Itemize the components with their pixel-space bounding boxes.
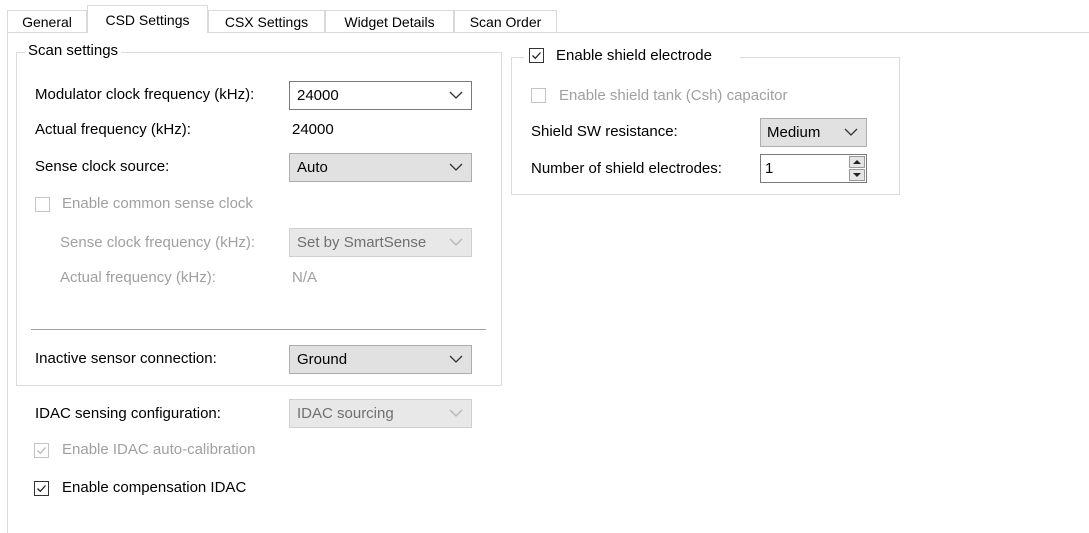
idac-config-label: IDAC sensing configuration:	[35, 405, 221, 422]
stepper-up-button[interactable]	[849, 156, 865, 168]
modulator-clock-value: 24000	[297, 87, 339, 104]
actual-frequency-value: 24000	[292, 121, 334, 138]
shield-electrodes-label: Number of shield electrodes:	[531, 160, 722, 177]
stepper-down-button[interactable]	[849, 169, 865, 181]
compensation-idac-label: Enable compensation IDAC	[62, 479, 247, 496]
sense-clock-source-label: Sense clock source:	[35, 158, 170, 175]
modulator-clock-combo[interactable]: 24000	[289, 81, 472, 110]
shield-sw-resistance-label: Shield SW resistance:	[531, 123, 678, 140]
separator	[31, 329, 486, 330]
inactive-sensor-combo[interactable]: Ground	[289, 345, 472, 374]
inactive-sensor-value: Ground	[297, 351, 348, 368]
tab-label: Widget Details	[344, 14, 435, 30]
shield-tank-checkbox[interactable]	[531, 88, 546, 103]
idac-auto-calibration-label: Enable IDAC auto-calibration	[62, 441, 256, 458]
sense-clock-source-value: Auto	[297, 159, 328, 176]
idac-config-value: IDAC sourcing	[297, 405, 394, 422]
sense-clock-source-combo[interactable]: Auto	[289, 153, 472, 182]
chevron-down-icon	[449, 409, 463, 417]
triangle-down-icon	[853, 173, 861, 177]
tab-widget-details[interactable]: Widget Details	[325, 10, 454, 32]
shield-sw-resistance-value: Medium	[767, 124, 821, 141]
shield-electrodes-value: 1	[765, 160, 774, 177]
tab-label: CSD Settings	[105, 12, 190, 28]
chevron-down-icon	[449, 238, 463, 246]
chevron-down-icon[interactable]	[449, 162, 463, 172]
tab-label: Scan Order	[469, 14, 542, 30]
stepper-buttons	[849, 156, 865, 181]
chevron-down-icon[interactable]	[449, 90, 463, 100]
tab-csd-settings[interactable]: CSD Settings	[87, 5, 208, 33]
common-sense-clock-checkbox[interactable]	[35, 197, 50, 212]
shield-electrodes-stepper[interactable]: 1	[760, 154, 867, 183]
enable-shield-label: Enable shield electrode	[556, 47, 712, 64]
compensation-idac-checkbox[interactable]	[34, 481, 49, 496]
sense-clock-frequency-label: Sense clock frequency (kHz):	[60, 234, 256, 251]
idac-auto-calibration-checkbox[interactable]	[34, 443, 49, 458]
actual-frequency-2-label: Actual frequency (kHz):	[60, 269, 216, 286]
checkmark-icon	[37, 485, 46, 493]
chevron-down-icon[interactable]	[844, 127, 858, 137]
tab-label: General	[22, 14, 72, 30]
chevron-down-icon[interactable]	[449, 354, 463, 364]
tab-scan-order[interactable]: Scan Order	[454, 10, 557, 32]
inactive-sensor-label: Inactive sensor connection:	[35, 350, 217, 367]
sense-clock-frequency-value: Set by SmartSense	[297, 234, 427, 251]
tab-strip: General CSD Settings CSX Settings Widget…	[0, 0, 1089, 33]
actual-frequency-2-value: N/A	[292, 269, 318, 286]
common-sense-clock-label: Enable common sense clock	[62, 195, 253, 212]
tab-general[interactable]: General	[7, 10, 87, 32]
tab-csx-settings[interactable]: CSX Settings	[208, 10, 325, 32]
idac-config-combo[interactable]: IDAC sourcing	[289, 399, 472, 428]
sense-clock-frequency-combo[interactable]: Set by SmartSense	[289, 228, 472, 257]
shield-tank-label: Enable shield tank (Csh) capacitor	[559, 87, 788, 104]
checkmark-icon	[37, 447, 46, 455]
modulator-clock-label: Modulator clock frequency (kHz):	[35, 86, 255, 103]
actual-frequency-label: Actual frequency (kHz):	[35, 121, 191, 138]
enable-shield-checkbox[interactable]	[529, 48, 544, 63]
checkmark-icon	[532, 52, 541, 60]
tab-label: CSX Settings	[224, 14, 309, 30]
triangle-up-icon	[853, 160, 861, 164]
shield-sw-resistance-combo[interactable]: Medium	[760, 118, 867, 147]
scan-settings-legend: Scan settings	[25, 42, 122, 60]
